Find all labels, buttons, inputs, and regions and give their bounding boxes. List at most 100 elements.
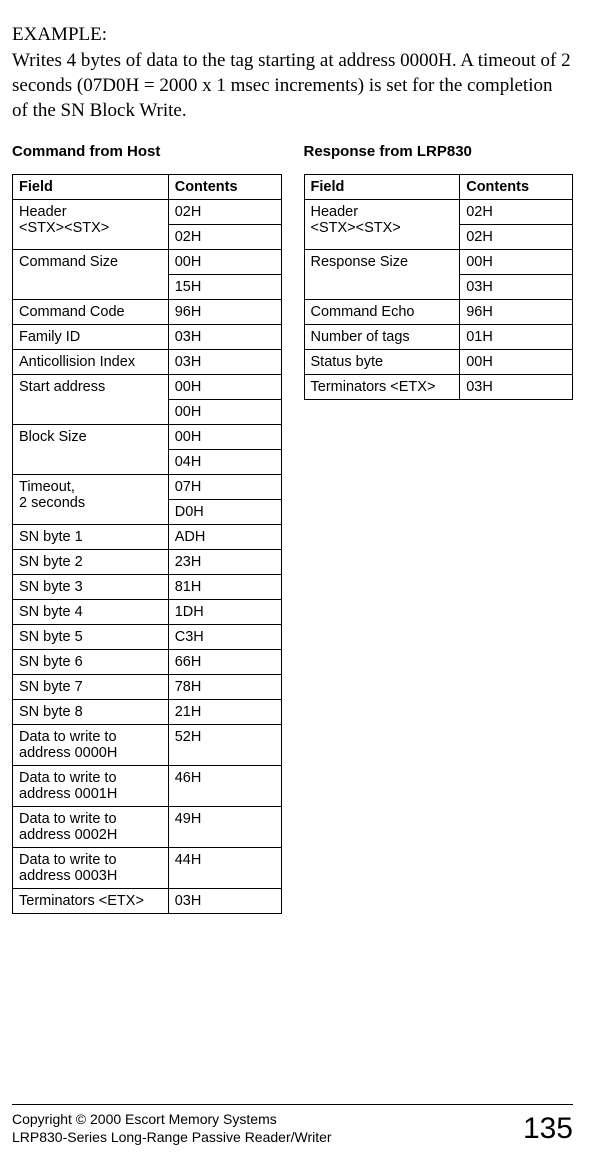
field-cell: Family ID bbox=[13, 325, 169, 350]
contents-cell: 44H bbox=[168, 848, 281, 889]
table-row: Timeout, 2 seconds07H bbox=[13, 475, 282, 500]
field-cell: Data to write to address 0002H bbox=[13, 807, 169, 848]
table-row: SN byte 1ADH bbox=[13, 525, 282, 550]
field-cell: SN byte 4 bbox=[13, 600, 169, 625]
table-row: Number of tags01H bbox=[304, 325, 573, 350]
field-cell: Terminators <ETX> bbox=[304, 375, 460, 400]
table-row: Terminators <ETX>03H bbox=[13, 889, 282, 914]
contents-cell: 81H bbox=[168, 575, 281, 600]
field-cell: Data to write to address 0003H bbox=[13, 848, 169, 889]
table-row: SN byte 381H bbox=[13, 575, 282, 600]
right-header-field: Field bbox=[304, 175, 460, 200]
table-row: SN byte 5C3H bbox=[13, 625, 282, 650]
table-row: Data to write to address 0003H44H bbox=[13, 848, 282, 889]
table-row: Response Size00H bbox=[304, 250, 573, 275]
contents-cell: 02H bbox=[460, 200, 573, 225]
contents-cell: 03H bbox=[460, 275, 573, 300]
tables-row: Command from Host Field Contents Header … bbox=[12, 143, 573, 1054]
field-cell: Header <STX><STX> bbox=[304, 200, 460, 250]
contents-cell: 02H bbox=[168, 200, 281, 225]
table-row: SN byte 666H bbox=[13, 650, 282, 675]
field-cell: Command Size bbox=[13, 250, 169, 300]
field-cell: Start address bbox=[13, 375, 169, 425]
table-row: Block Size00H bbox=[13, 425, 282, 450]
contents-cell: C3H bbox=[168, 625, 281, 650]
table-row: SN byte 41DH bbox=[13, 600, 282, 625]
field-cell: Data to write to address 0000H bbox=[13, 725, 169, 766]
left-header-contents: Contents bbox=[168, 175, 281, 200]
contents-cell: 00H bbox=[168, 425, 281, 450]
contents-cell: 00H bbox=[168, 400, 281, 425]
contents-cell: 00H bbox=[168, 250, 281, 275]
contents-cell: 52H bbox=[168, 725, 281, 766]
footer: Copyright © 2000 Escort Memory Systems L… bbox=[12, 1104, 573, 1146]
table-row: Terminators <ETX>03H bbox=[304, 375, 573, 400]
contents-cell: 96H bbox=[460, 300, 573, 325]
contents-cell: 02H bbox=[460, 225, 573, 250]
contents-cell: 66H bbox=[168, 650, 281, 675]
contents-cell: 04H bbox=[168, 450, 281, 475]
footer-line1: Copyright © 2000 Escort Memory Systems bbox=[12, 1111, 277, 1127]
contents-cell: 96H bbox=[168, 300, 281, 325]
field-cell: Command Code bbox=[13, 300, 169, 325]
field-cell: Data to write to address 0001H bbox=[13, 766, 169, 807]
contents-cell: 46H bbox=[168, 766, 281, 807]
table-row: SN byte 821H bbox=[13, 700, 282, 725]
field-cell: Response Size bbox=[304, 250, 460, 300]
contents-cell: 00H bbox=[168, 375, 281, 400]
contents-cell: 02H bbox=[168, 225, 281, 250]
contents-cell: 78H bbox=[168, 675, 281, 700]
field-cell: Number of tags bbox=[304, 325, 460, 350]
contents-cell: 15H bbox=[168, 275, 281, 300]
contents-cell: 03H bbox=[168, 889, 281, 914]
field-cell: SN byte 7 bbox=[13, 675, 169, 700]
contents-cell: 00H bbox=[460, 350, 573, 375]
contents-cell: 07H bbox=[168, 475, 281, 500]
contents-cell: 01H bbox=[460, 325, 573, 350]
field-cell: Timeout, 2 seconds bbox=[13, 475, 169, 525]
footer-text: Copyright © 2000 Escort Memory Systems L… bbox=[12, 1111, 332, 1146]
contents-cell: D0H bbox=[168, 500, 281, 525]
field-cell: Command Echo bbox=[304, 300, 460, 325]
table-row: Header <STX><STX>02H bbox=[13, 200, 282, 225]
contents-cell: 03H bbox=[168, 350, 281, 375]
table-row: SN byte 778H bbox=[13, 675, 282, 700]
field-cell: SN byte 8 bbox=[13, 700, 169, 725]
field-cell: SN byte 5 bbox=[13, 625, 169, 650]
contents-cell: 03H bbox=[168, 325, 281, 350]
contents-cell: 00H bbox=[460, 250, 573, 275]
contents-cell: 23H bbox=[168, 550, 281, 575]
left-table: Field Contents Header <STX><STX>02H02HCo… bbox=[12, 174, 282, 914]
table-row: Status byte00H bbox=[304, 350, 573, 375]
field-cell: SN byte 3 bbox=[13, 575, 169, 600]
contents-cell: 1DH bbox=[168, 600, 281, 625]
field-cell: Block Size bbox=[13, 425, 169, 475]
table-row: Start address00H bbox=[13, 375, 282, 400]
right-table-title: Response from LRP830 bbox=[304, 143, 574, 160]
right-header-contents: Contents bbox=[460, 175, 573, 200]
field-cell: SN byte 2 bbox=[13, 550, 169, 575]
contents-cell: 49H bbox=[168, 807, 281, 848]
table-row: Command Echo96H bbox=[304, 300, 573, 325]
table-row: Command Size00H bbox=[13, 250, 282, 275]
table-row: Data to write to address 0002H49H bbox=[13, 807, 282, 848]
field-cell: SN byte 1 bbox=[13, 525, 169, 550]
field-cell: Header <STX><STX> bbox=[13, 200, 169, 250]
field-cell: Terminators <ETX> bbox=[13, 889, 169, 914]
footer-line2: LRP830-Series Long-Range Passive Reader/… bbox=[12, 1129, 332, 1145]
table-row: Data to write to address 0000H52H bbox=[13, 725, 282, 766]
field-cell: SN byte 6 bbox=[13, 650, 169, 675]
field-cell: Anticollision Index bbox=[13, 350, 169, 375]
contents-cell: ADH bbox=[168, 525, 281, 550]
left-header-field: Field bbox=[13, 175, 169, 200]
contents-cell: 03H bbox=[460, 375, 573, 400]
table-row: Command Code96H bbox=[13, 300, 282, 325]
right-column: Response from LRP830 Field Contents Head… bbox=[304, 143, 574, 400]
table-row: SN byte 223H bbox=[13, 550, 282, 575]
table-row: Header <STX><STX>02H bbox=[304, 200, 573, 225]
table-row: Data to write to address 0001H46H bbox=[13, 766, 282, 807]
table-row: Family ID03H bbox=[13, 325, 282, 350]
page-number: 135 bbox=[523, 1112, 573, 1146]
contents-cell: 21H bbox=[168, 700, 281, 725]
field-cell: Status byte bbox=[304, 350, 460, 375]
